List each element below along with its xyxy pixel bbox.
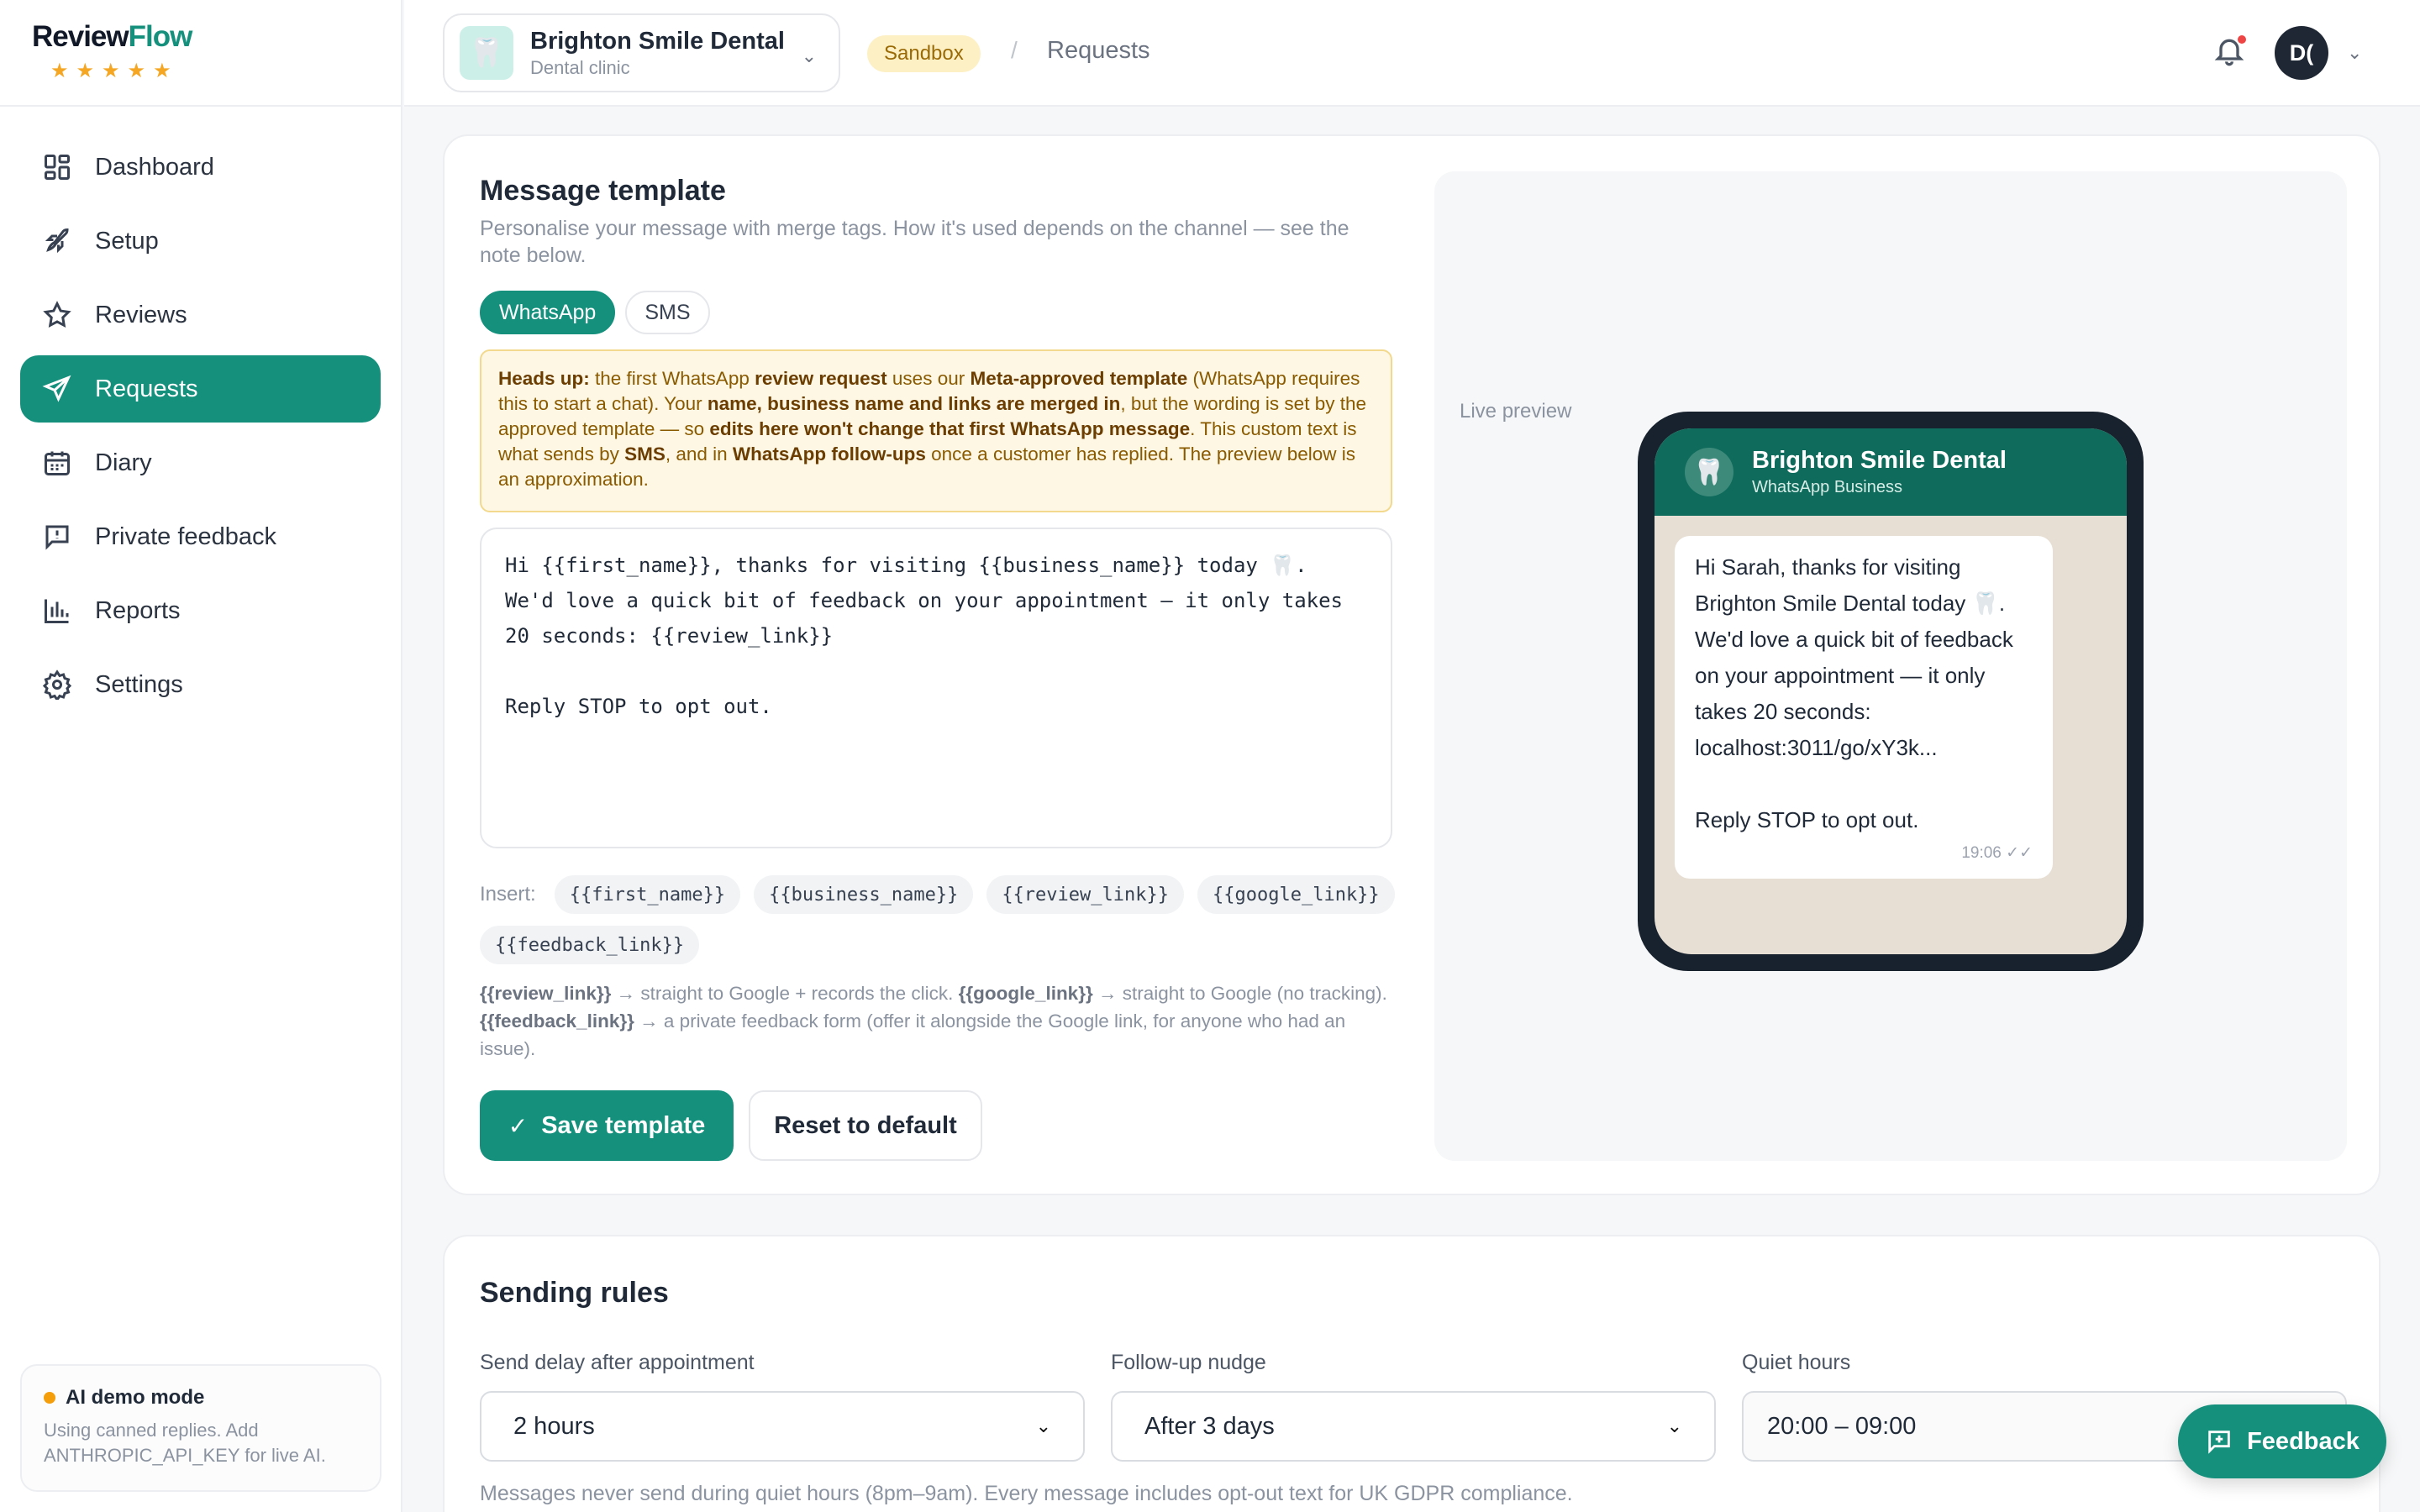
demo-text: Using canned replies. Add ANTHROPIC_API_… [44, 1420, 326, 1466]
chat-subtitle: WhatsApp Business [1752, 478, 1902, 496]
chevron-down-icon[interactable]: ⌄ [2347, 42, 2362, 64]
section-title: Message template [480, 175, 726, 207]
merge-tag-feedback-link[interactable]: {{feedback_link}} [480, 926, 700, 964]
send-delay-select[interactable]: 2 hours ⌄ [480, 1391, 1085, 1462]
message-time: 19:06 ✓✓ [1961, 844, 2033, 862]
gear-icon [40, 668, 74, 701]
star-icon [40, 298, 74, 332]
chat-name: Brighton Smile Dental [1752, 447, 2007, 474]
phone-mockup: 🦷 Brighton Smile Dental WhatsApp Busines… [1638, 412, 2144, 971]
sidebar-item-label: Settings [95, 670, 183, 698]
message-bubble: Hi Sarah, thanks for visiting Brighton S… [1675, 536, 2053, 879]
business-type: Dental clinic [530, 56, 630, 78]
live-preview-panel: Live preview 🦷 Brighton Smile Dental Wha… [1434, 171, 2347, 1161]
bubble-text: Hi Sarah, thanks for visiting Brighton S… [1695, 554, 2013, 832]
merge-tag-first-name[interactable]: {{first_name}} [554, 875, 741, 914]
sending-rules-card: Sending rules Send delay after appointme… [443, 1235, 2381, 1512]
tooth-icon: 🦷 [460, 26, 513, 80]
send-icon [40, 372, 74, 406]
sidebar-item-requests[interactable]: Requests [20, 355, 381, 423]
sidebar-item-label: Diary [95, 449, 152, 476]
message-icon [40, 520, 74, 554]
tab-whatsapp[interactable]: WhatsApp [480, 291, 616, 334]
ai-demo-notice: AI demo mode Using canned replies. Add A… [20, 1364, 381, 1492]
save-template-button[interactable]: ✓ Save template [480, 1090, 734, 1161]
brand[interactable]: ReviewFlow ★★★★★ [0, 0, 401, 107]
sidebar-item-label: Dashboard [95, 153, 214, 181]
sidebar: ReviewFlow ★★★★★ Dashboard Setup Reviews… [0, 0, 402, 1512]
merge-tag-row: Insert: {{first_name}} {{business_name}}… [480, 875, 1404, 964]
channel-tabs: WhatsApp SMS [480, 291, 710, 334]
sidebar-item-label: Requests [95, 375, 198, 402]
dashboard-icon [40, 150, 74, 184]
tooth-icon: 🦷 [1685, 448, 1733, 496]
calendar-icon [40, 446, 74, 480]
sidebar-item-reports[interactable]: Reports [20, 577, 381, 644]
business-name: Brighton Smile Dental [530, 27, 785, 55]
sidebar-item-reviews[interactable]: Reviews [20, 281, 381, 349]
notifications-bell-icon[interactable] [2212, 34, 2249, 71]
notification-dot [2236, 34, 2248, 45]
sidebar-item-private-feedback[interactable]: Private feedback [20, 503, 381, 570]
rules-note: Messages never send during quiet hours (… [480, 1482, 1573, 1505]
merge-tag-google-link[interactable]: {{google_link}} [1197, 875, 1395, 914]
quiet-hours-label: Quiet hours [1742, 1351, 1851, 1374]
section-title: Sending rules [480, 1277, 669, 1309]
status-dot-icon [44, 1392, 55, 1404]
bar-chart-icon [40, 594, 74, 627]
sidebar-item-dashboard[interactable]: Dashboard [20, 134, 381, 201]
logo[interactable]: ReviewFlow [32, 20, 401, 54]
chevron-down-icon: ⌄ [801, 45, 817, 66]
sidebar-item-label: Setup [95, 227, 159, 255]
sidebar-item-setup[interactable]: Setup [20, 207, 381, 275]
rating-stars: ★★★★★ [50, 60, 179, 82]
sidebar-item-label: Reviews [95, 301, 187, 328]
sidebar-nav: Dashboard Setup Reviews Requests Diary P… [0, 107, 401, 718]
follow-up-select[interactable]: After 3 days ⌄ [1111, 1391, 1716, 1462]
section-subtitle: Personalise your message with merge tags… [480, 217, 1349, 267]
rocket-icon [40, 224, 74, 258]
sidebar-item-label: Reports [95, 596, 181, 624]
breadcrumb-separator: / [1011, 37, 1018, 63]
sandbox-badge: Sandbox [867, 35, 981, 72]
top-bar: 🦷 Brighton Smile Dental Dental clinic ⌄ … [404, 0, 2420, 107]
sidebar-item-diary[interactable]: Diary [20, 429, 381, 496]
message-template-textarea[interactable]: Hi {{first_name}}, thanks for visiting {… [480, 528, 1392, 848]
message-template-card: Message template Personalise your messag… [443, 134, 2381, 1195]
chevron-down-icon: ⌄ [1035, 1415, 1051, 1436]
demo-title: AI demo mode [66, 1386, 205, 1409]
merge-tag-review-link[interactable]: {{review_link}} [986, 875, 1184, 914]
preview-label: Live preview [1460, 400, 1572, 423]
feedback-button[interactable]: Feedback [2178, 1404, 2386, 1478]
nudge-label: Follow-up nudge [1111, 1351, 1266, 1374]
sidebar-item-label: Private feedback [95, 522, 277, 550]
whatsapp-header: 🦷 Brighton Smile Dental WhatsApp Busines… [1655, 428, 2127, 516]
merge-tag-business-name[interactable]: {{business_name}} [754, 875, 974, 914]
feedback-icon [2208, 1431, 2230, 1454]
merge-tag-help: {{review_link}} → straight to Google + r… [480, 983, 1387, 1059]
sidebar-item-settings[interactable]: Settings [20, 651, 381, 718]
avatar[interactable]: D( [2275, 26, 2328, 80]
reset-default-button[interactable]: Reset to default [749, 1090, 982, 1161]
chevron-down-icon: ⌄ [1666, 1415, 1682, 1436]
business-switcher[interactable]: 🦷 Brighton Smile Dental Dental clinic ⌄ [443, 13, 840, 92]
check-icon: ✓ [508, 1112, 529, 1139]
insert-label: Insert: [480, 883, 536, 906]
tab-sms[interactable]: SMS [625, 291, 710, 334]
whatsapp-notice: Heads up: the first WhatsApp review requ… [480, 349, 1392, 512]
delay-label: Send delay after appointment [480, 1351, 755, 1374]
breadcrumb: Requests [1047, 37, 1150, 64]
